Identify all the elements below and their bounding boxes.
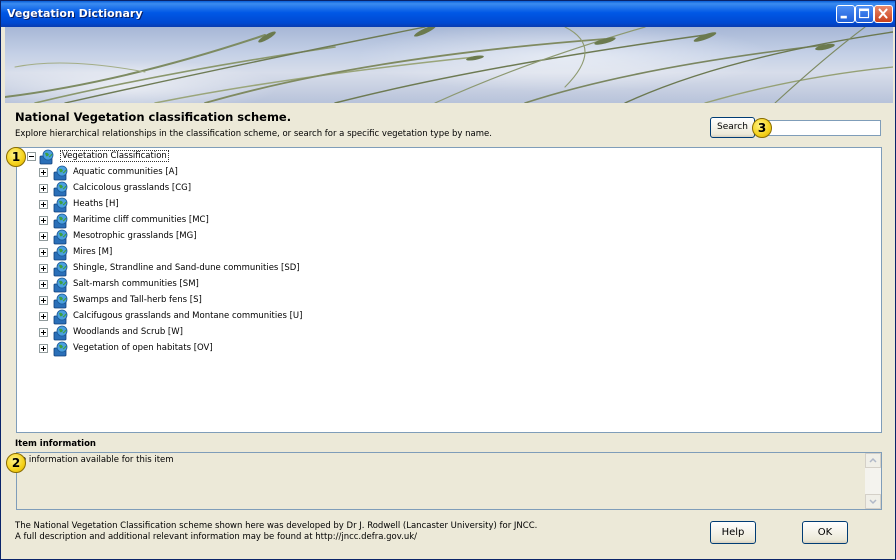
tree-item-label: Maritime cliff communities [MC]	[73, 215, 209, 225]
info-scrollbar[interactable]	[865, 453, 881, 509]
globe-book-icon	[53, 229, 68, 245]
classification-tree[interactable]: Vegetation Classification Aquatic commun…	[16, 147, 882, 433]
tree-item-label: Vegetation of open habitats [OV]	[73, 343, 213, 353]
scroll-down-arrow[interactable]	[865, 494, 881, 509]
minus-expander-icon[interactable]	[27, 152, 36, 161]
globe-book-icon	[53, 245, 68, 261]
plus-expander-icon[interactable]	[39, 296, 48, 305]
globe-book-icon	[53, 325, 68, 341]
grass-banner-icon	[5, 27, 893, 103]
globe-book-icon	[53, 309, 68, 325]
tree-item-label: Calcicolous grasslands [CG]	[73, 183, 192, 193]
tree-item-label: Calcifugous grasslands and Montane commu…	[73, 311, 303, 321]
callout-badge-1: 1	[6, 147, 26, 167]
tree-item-label: Mires [M]	[73, 247, 113, 257]
tree-root-label[interactable]: Vegetation Classification	[60, 150, 169, 162]
globe-book-icon	[53, 197, 68, 213]
search-input[interactable]	[756, 120, 881, 136]
tree-item-label: Shingle, Strandline and Sand-dune commun…	[73, 263, 300, 273]
window-title: Vegetation Dictionary	[7, 7, 143, 20]
tree-item-label: Woodlands and Scrub [W]	[73, 327, 183, 337]
callout-badge-2: 2	[6, 453, 26, 473]
credit-line-1: The National Vegetation Classification s…	[15, 521, 538, 531]
close-button[interactable]	[874, 5, 893, 23]
maximize-button[interactable]	[855, 5, 874, 23]
plus-expander-icon[interactable]	[39, 248, 48, 257]
globe-book-icon	[53, 277, 68, 293]
tree-item-label: Aquatic communities [A]	[73, 167, 178, 177]
plus-expander-icon[interactable]	[39, 200, 48, 209]
globe-book-icon	[53, 261, 68, 277]
vegetation-dictionary-window: Vegetation Dictionary National Vegetatio…	[0, 0, 896, 560]
help-button[interactable]: Help	[710, 521, 756, 544]
callout-badge-3: 3	[752, 118, 772, 138]
minimize-icon	[840, 15, 847, 19]
tree-item-label: Heaths [H]	[73, 199, 119, 209]
plus-expander-icon[interactable]	[39, 216, 48, 225]
tree-item-label: Mesotrophic grasslands [MG]	[73, 231, 197, 241]
globe-book-icon	[39, 149, 54, 165]
plus-expander-icon[interactable]	[39, 264, 48, 273]
search-button[interactable]: Search	[710, 117, 755, 138]
plus-expander-icon[interactable]	[39, 328, 48, 337]
page-subtitle: Explore hierarchical relationships in th…	[15, 129, 492, 139]
maximize-icon	[859, 8, 870, 19]
plus-expander-icon[interactable]	[39, 312, 48, 321]
tree-item-label: Swamps and Tall-herb fens [S]	[73, 295, 202, 305]
item-information-text: o information available for this item	[21, 455, 174, 465]
title-bar[interactable]: Vegetation Dictionary	[1, 1, 895, 27]
minimize-button[interactable]	[836, 5, 855, 23]
scroll-up-arrow[interactable]	[865, 453, 881, 468]
chevron-down-icon	[869, 499, 877, 505]
plus-expander-icon[interactable]	[39, 232, 48, 241]
globe-book-icon	[53, 341, 68, 357]
globe-book-icon	[53, 293, 68, 309]
globe-book-icon	[53, 181, 68, 197]
plus-expander-icon[interactable]	[39, 280, 48, 289]
globe-book-icon	[53, 165, 68, 181]
plus-expander-icon[interactable]	[39, 344, 48, 353]
page-title: National Vegetation classification schem…	[15, 110, 292, 124]
ok-button[interactable]: OK	[802, 521, 848, 544]
item-information-label: Item information	[15, 439, 96, 449]
plus-expander-icon[interactable]	[39, 168, 48, 177]
item-information-box[interactable]: o information available for this item	[16, 452, 882, 510]
plus-expander-icon[interactable]	[39, 184, 48, 193]
chevron-up-icon	[869, 457, 877, 463]
tree-item-label: Salt-marsh communities [SM]	[73, 279, 199, 289]
credit-line-2: A full description and additional releva…	[15, 532, 417, 542]
close-icon	[878, 8, 888, 19]
globe-book-icon	[53, 213, 68, 229]
banner-image	[5, 27, 893, 103]
